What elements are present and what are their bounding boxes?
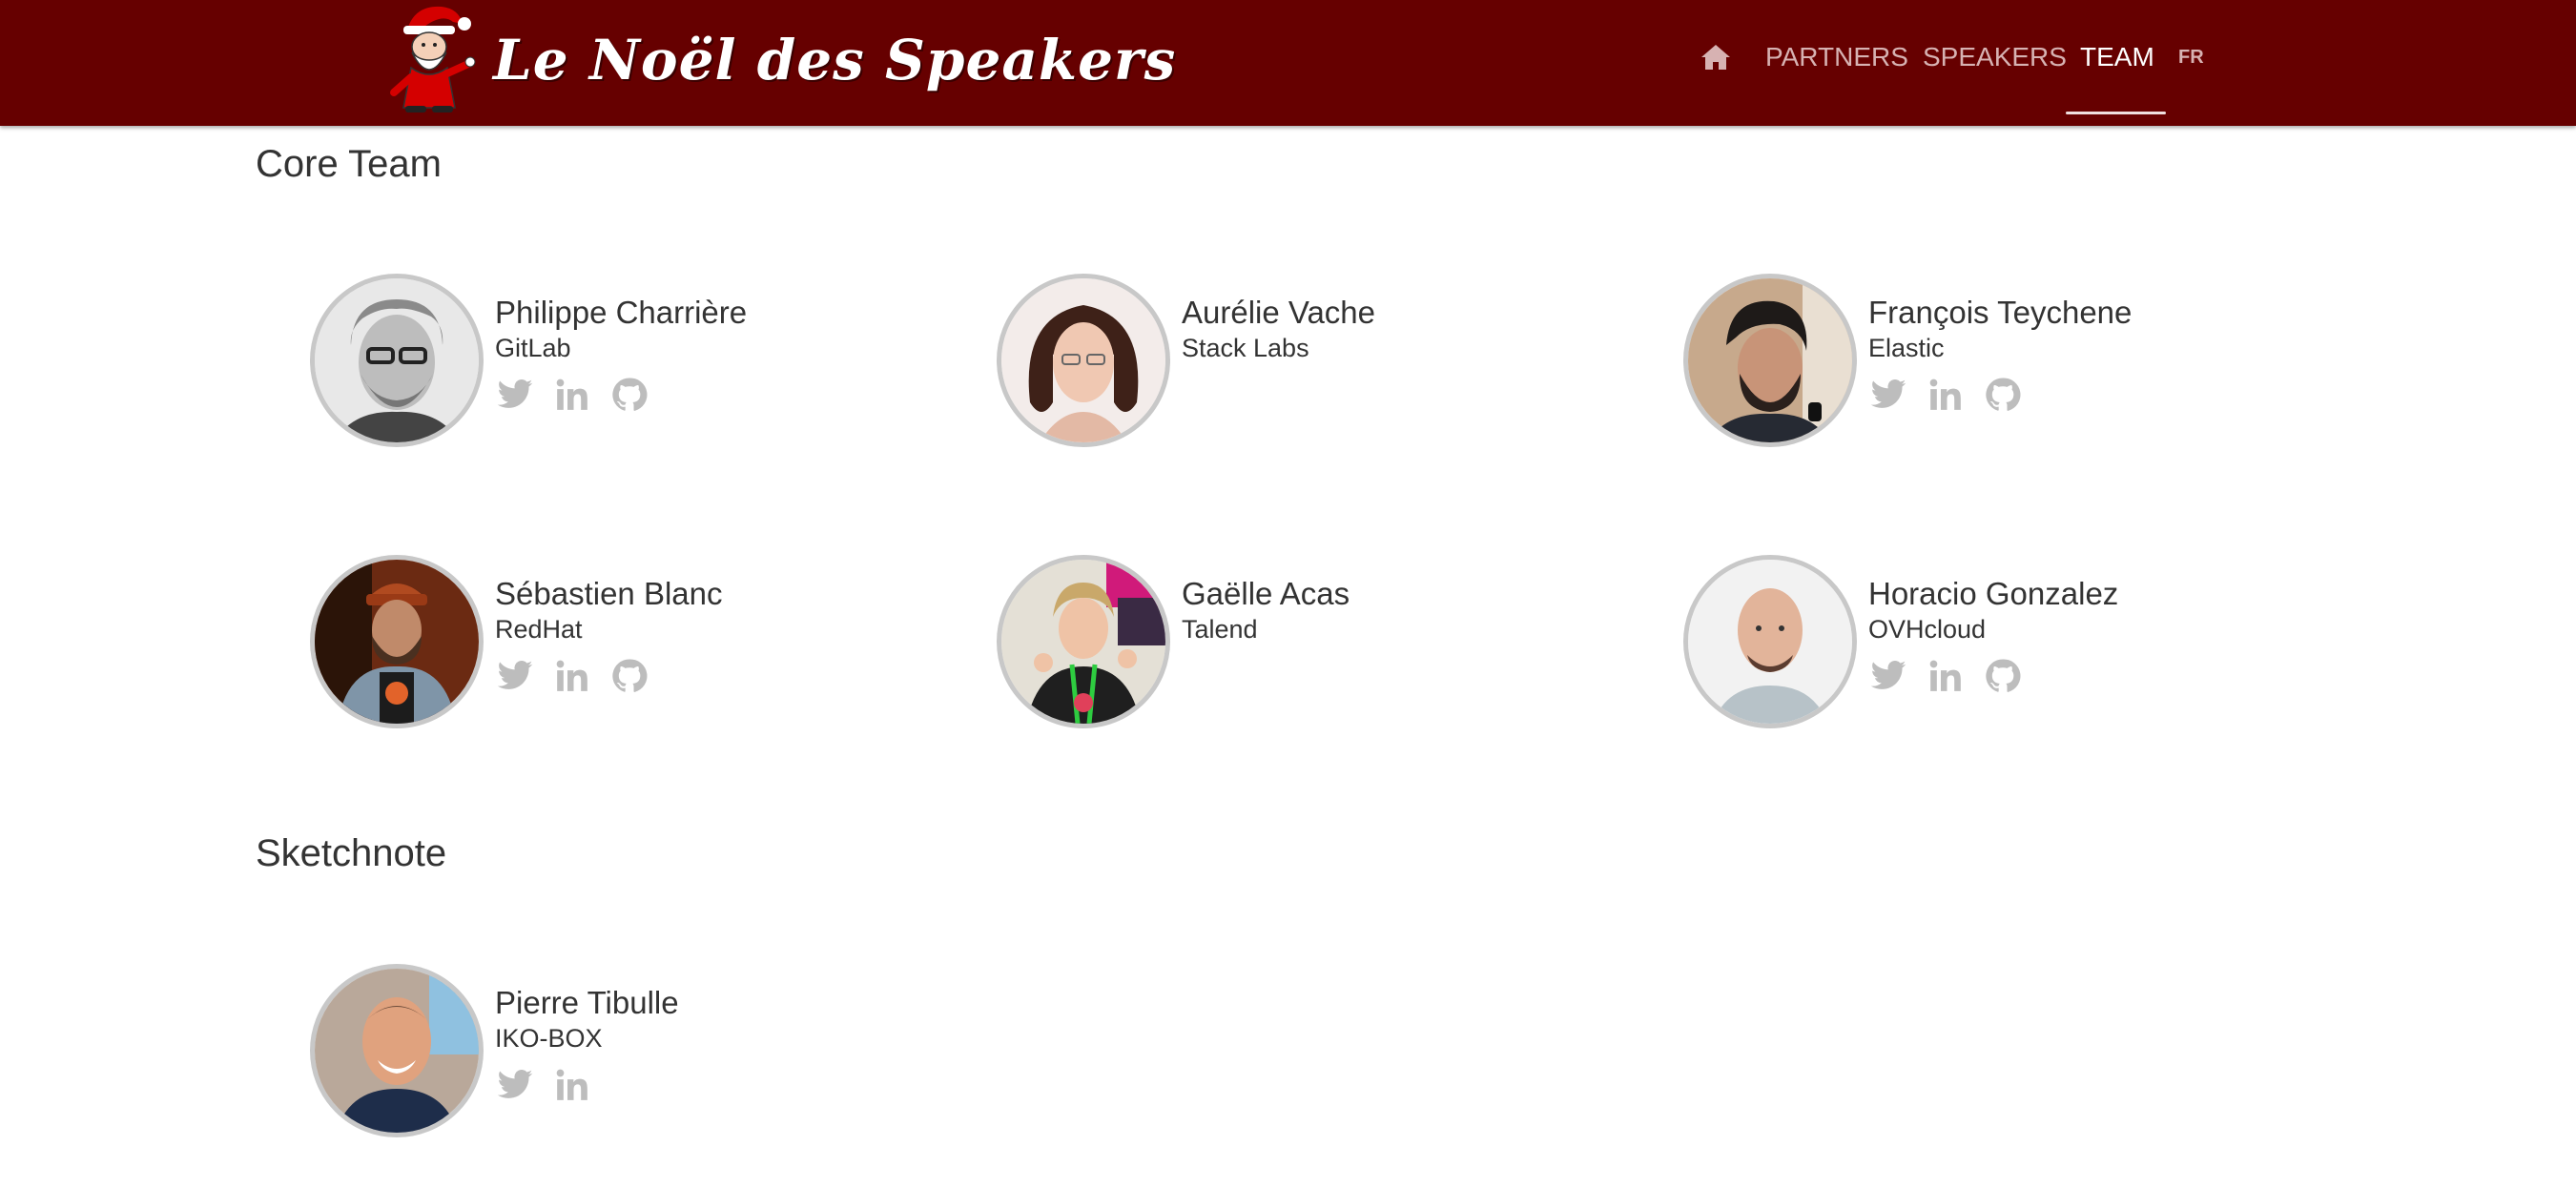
member-company: Elastic	[1868, 334, 1945, 362]
section-title-sketchnote: Sketchnote	[256, 832, 447, 874]
linkedin-link[interactable]	[1926, 375, 1966, 415]
team-member-card: François Teychene Elastic	[1683, 274, 2351, 455]
linkedin-icon	[553, 376, 591, 414]
twitter-icon	[496, 657, 534, 695]
github-icon	[610, 657, 649, 695]
nav-speakers-link[interactable]: SPEAKERS	[1923, 0, 2067, 114]
linkedin-link[interactable]	[1926, 656, 1966, 696]
member-company: OVHcloud	[1868, 615, 1987, 644]
linkedin-icon	[553, 657, 591, 695]
santa-logo-icon	[390, 6, 476, 113]
member-name: Philippe Charrière	[495, 295, 748, 330]
nav-home-link[interactable]	[1694, 0, 1738, 114]
avatar	[997, 274, 1170, 447]
member-company: IKO-BOX	[495, 1024, 603, 1053]
twitter-icon	[1869, 657, 1907, 695]
github-link[interactable]	[609, 375, 649, 415]
twitter-link[interactable]	[495, 656, 535, 696]
language-switch-fr[interactable]: FR	[2178, 0, 2204, 114]
github-link[interactable]	[609, 656, 649, 696]
top-navbar: Le Noël des Speakers PARTNERS SPEAKERS T…	[0, 0, 2576, 126]
avatar	[310, 555, 484, 728]
github-link[interactable]	[1983, 375, 2023, 415]
member-name: François Teychene	[1868, 295, 2133, 330]
section-title-core-team: Core Team	[256, 143, 442, 185]
twitter-icon	[496, 376, 534, 414]
github-link[interactable]	[1983, 656, 2023, 696]
site-title: Le Noël des Speakers	[493, 28, 1177, 92]
github-icon	[1984, 376, 2022, 414]
member-name: Gaëlle Acas	[1182, 576, 1350, 611]
member-company: Talend	[1182, 615, 1258, 644]
home-icon	[1701, 45, 1730, 70]
active-tab-indicator	[2066, 112, 2166, 114]
team-member-card: Horacio Gonzalez OVHcloud	[1683, 555, 2351, 736]
github-icon	[610, 376, 649, 414]
github-icon	[1984, 657, 2022, 695]
member-name: Horacio Gonzalez	[1868, 576, 2119, 611]
linkedin-icon	[553, 1066, 591, 1104]
twitter-link[interactable]	[495, 375, 535, 415]
twitter-icon	[1869, 376, 1907, 414]
twitter-link[interactable]	[495, 1065, 535, 1105]
member-name: Aurélie Vache	[1182, 295, 1376, 330]
avatar	[1683, 555, 1857, 728]
team-member-card: Sébastien Blanc RedHat	[310, 555, 978, 736]
avatar	[1683, 274, 1857, 447]
team-member-card: Gaëlle Acas Talend	[997, 555, 1664, 736]
avatar	[310, 964, 484, 1137]
member-name: Sébastien Blanc	[495, 576, 723, 611]
twitter-link[interactable]	[1868, 656, 1908, 696]
linkedin-link[interactable]	[552, 656, 592, 696]
member-company: GitLab	[495, 334, 571, 362]
avatar	[997, 555, 1170, 728]
site-logo[interactable]: Le Noël des Speakers	[386, 0, 1176, 114]
avatar	[310, 274, 484, 447]
twitter-link[interactable]	[1868, 375, 1908, 415]
member-company: Stack Labs	[1182, 334, 1309, 362]
social-links	[1868, 654, 2118, 698]
social-links	[495, 1063, 679, 1107]
linkedin-link[interactable]	[552, 1065, 592, 1105]
social-links	[495, 654, 723, 698]
member-company: RedHat	[495, 615, 583, 644]
team-member-card: Aurélie Vache Stack Labs	[997, 274, 1664, 455]
twitter-icon	[496, 1066, 534, 1104]
member-name: Pierre Tibulle	[495, 985, 679, 1020]
team-member-card: Pierre Tibulle IKO-BOX	[310, 964, 978, 1145]
linkedin-link[interactable]	[552, 375, 592, 415]
team-member-card: Philippe Charrière GitLab	[310, 274, 978, 455]
social-links	[1868, 373, 2132, 417]
social-links	[495, 373, 747, 417]
nav-partners-link[interactable]: PARTNERS	[1765, 0, 1908, 114]
linkedin-icon	[1927, 657, 1965, 695]
nav-team-link[interactable]: TEAM	[2080, 0, 2154, 114]
linkedin-icon	[1927, 376, 1965, 414]
